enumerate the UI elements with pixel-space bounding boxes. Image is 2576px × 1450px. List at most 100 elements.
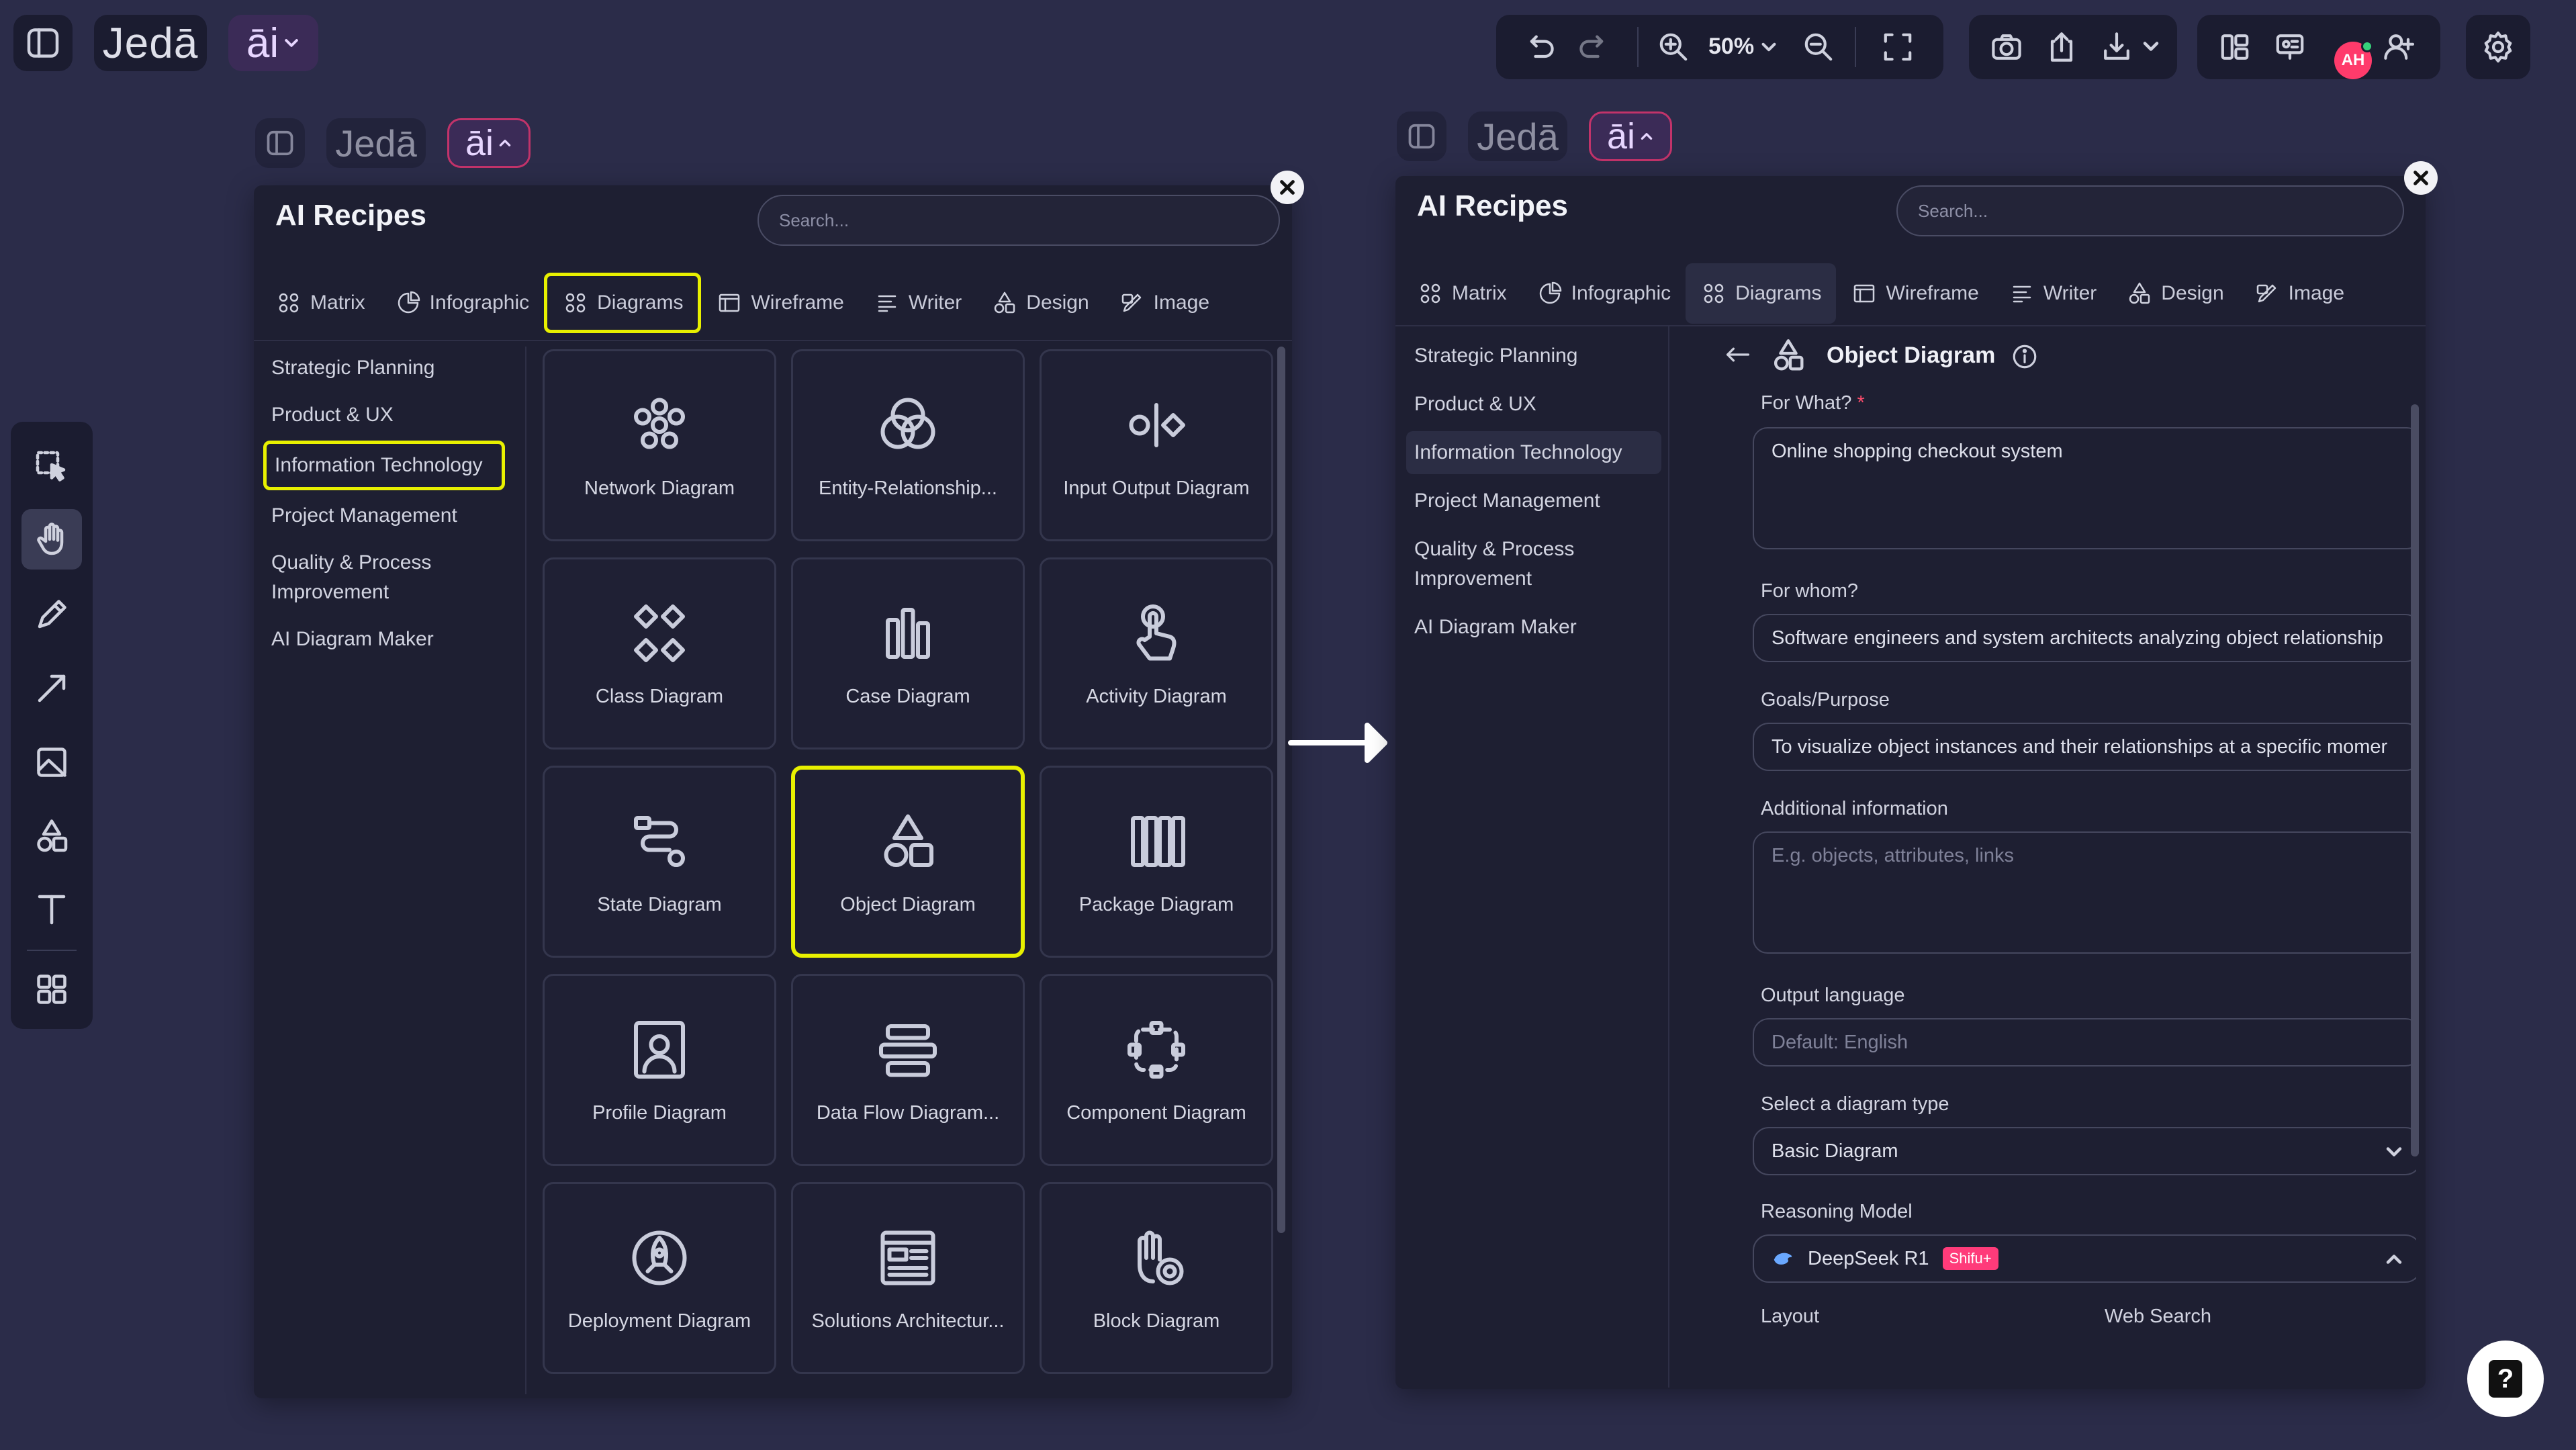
share-button[interactable]	[2043, 28, 2080, 66]
category-project-management[interactable]: Project Management	[1406, 480, 1661, 523]
close-panel-button[interactable]	[2404, 161, 2438, 195]
layout-icon	[2221, 34, 2249, 60]
card-component-diagram[interactable]: Component Diagram	[1040, 974, 1273, 1166]
hand-block-icon	[1123, 1224, 1190, 1292]
brand-logo[interactable]: Jedā	[94, 15, 207, 71]
panel-ai-button[interactable]: āi	[1589, 111, 1672, 161]
panel-sidebar-toggle[interactable]	[1397, 111, 1446, 161]
category-ai-diagram-maker[interactable]: AI Diagram Maker	[263, 618, 505, 661]
tab-image[interactable]: Image	[1104, 273, 1224, 333]
user-avatar[interactable]: AH	[2334, 40, 2373, 79]
text-tool[interactable]	[21, 878, 82, 939]
card-case-diagram[interactable]: Case Diagram	[791, 557, 1025, 750]
screenshot-button[interactable]	[1988, 28, 2025, 66]
tab-infographic[interactable]: Infographic	[380, 273, 544, 333]
tab-image[interactable]: Image	[2239, 263, 2359, 324]
zoom-in-icon	[1659, 33, 1688, 61]
undo-button[interactable]	[1520, 28, 1558, 66]
card-entity-relationship[interactable]: Entity-Relationship...	[791, 349, 1025, 541]
card-input-output[interactable]: Input Output Diagram	[1040, 349, 1273, 541]
panel-sidebar-toggle[interactable]	[255, 118, 305, 168]
search-input[interactable]: Search...	[1896, 185, 2404, 236]
for-whom-input[interactable]: Software engineers and system architects…	[1753, 614, 2416, 662]
pen-tool[interactable]	[21, 584, 82, 645]
class-icon	[626, 600, 693, 667]
category-strategic-planning[interactable]: Strategic Planning	[263, 347, 505, 390]
tab-wireframe[interactable]: Wireframe	[701, 273, 858, 333]
search-input[interactable]: Search...	[757, 195, 1280, 246]
tab-wireframe[interactable]: Wireframe	[1836, 263, 1993, 324]
category-information-technology[interactable]: Information Technology	[1406, 431, 1661, 474]
present-button[interactable]	[2271, 28, 2309, 66]
category-product-ux[interactable]: Product & UX	[1406, 383, 1661, 426]
for-what-textarea[interactable]: Online shopping checkout system	[1753, 427, 2416, 549]
tab-diagrams[interactable]: Diagrams	[544, 273, 702, 333]
tab-writer[interactable]: Writer	[859, 273, 976, 333]
category-strategic-planning[interactable]: Strategic Planning	[1406, 334, 1661, 377]
card-class-diagram[interactable]: Class Diagram	[543, 557, 776, 750]
back-arrow-button[interactable]	[1723, 340, 1753, 369]
close-panel-button[interactable]	[1271, 171, 1304, 204]
arrow-tool[interactable]	[21, 658, 82, 719]
layout-button[interactable]	[2216, 28, 2254, 66]
category-list: Strategic Planning Product & UX Informat…	[263, 347, 505, 661]
tab-design[interactable]: Design	[2111, 263, 2238, 324]
shapes-tool[interactable]	[21, 806, 82, 866]
zoom-out-button[interactable]	[1800, 28, 1837, 66]
design-icon	[991, 289, 1018, 316]
hand-tool[interactable]	[21, 509, 82, 570]
text-icon	[32, 889, 72, 929]
tab-writer[interactable]: Writer	[1994, 263, 2111, 324]
panel-title: AI Recipes	[275, 199, 426, 232]
invite-user-button[interactable]	[2380, 28, 2418, 66]
category-project-management[interactable]: Project Management	[263, 494, 505, 537]
goals-input[interactable]: To visualize object instances and their …	[1753, 723, 2416, 771]
card-deployment-diagram[interactable]: Deployment Diagram	[543, 1182, 776, 1374]
chevron-down-icon[interactable]	[2141, 36, 2161, 56]
zoom-in-button[interactable]	[1655, 28, 1692, 66]
tab-matrix[interactable]: Matrix	[261, 273, 380, 333]
card-activity-diagram[interactable]: Activity Diagram	[1040, 557, 1273, 750]
image-tool[interactable]	[21, 732, 82, 792]
redo-button[interactable]	[1575, 28, 1613, 66]
scrollbar[interactable]	[2411, 404, 2419, 1157]
additional-info-textarea[interactable]: E.g. objects, attributes, links	[1753, 831, 2416, 954]
tab-infographic[interactable]: Infographic	[1522, 263, 1686, 324]
zoom-select[interactable]: 50%	[1708, 34, 1778, 60]
info-icon[interactable]	[2011, 343, 2039, 371]
card-state-diagram[interactable]: State Diagram	[543, 766, 776, 958]
tab-diagrams[interactable]: Diagrams	[1686, 263, 1837, 324]
card-profile-diagram[interactable]: Profile Diagram	[543, 974, 776, 1166]
templates-tool[interactable]	[21, 959, 82, 1019]
card-network-diagram[interactable]: Network Diagram	[543, 349, 776, 541]
card-block-diagram[interactable]: Block Diagram	[1040, 1182, 1273, 1374]
sidebar-icon	[263, 126, 297, 160]
fit-screen-button[interactable]	[1879, 28, 1917, 66]
tab-matrix[interactable]: Matrix	[1402, 263, 1522, 324]
ai-menu-button[interactable]: āi	[228, 15, 318, 71]
image-brush-icon	[1119, 289, 1146, 316]
card-package-diagram[interactable]: Package Diagram	[1040, 766, 1273, 958]
category-list: Strategic Planning Product & UX Informat…	[1406, 334, 1661, 649]
card-data-flow-diagram[interactable]: Data Flow Diagram...	[791, 974, 1025, 1166]
panel-ai-button[interactable]: āi	[447, 118, 531, 168]
category-quality-process[interactable]: Quality & Process Improvement	[263, 541, 505, 614]
tab-design[interactable]: Design	[976, 273, 1103, 333]
help-button[interactable]: ?	[2467, 1341, 2544, 1417]
reasoning-model-select[interactable]: DeepSeek R1 Shifu+	[1753, 1234, 2416, 1283]
sidebar-toggle-button[interactable]	[13, 15, 73, 71]
select-tool[interactable]	[21, 437, 82, 497]
category-ai-diagram-maker[interactable]: AI Diagram Maker	[1406, 606, 1661, 649]
card-solutions-architecture[interactable]: Solutions Architectur...	[791, 1182, 1025, 1374]
category-information-technology[interactable]: Information Technology	[263, 441, 505, 490]
category-quality-process[interactable]: Quality & Process Improvement	[1406, 528, 1661, 600]
redo-icon	[1579, 35, 1604, 58]
output-language-input[interactable]: Default: English	[1753, 1018, 2416, 1067]
scrollbar[interactable]	[1277, 347, 1285, 1233]
design-icon	[2126, 280, 2153, 307]
category-product-ux[interactable]: Product & UX	[263, 394, 505, 437]
card-object-diagram[interactable]: Object Diagram	[791, 766, 1025, 958]
diagram-type-select[interactable]: Basic Diagram	[1753, 1127, 2416, 1175]
settings-button[interactable]	[2466, 15, 2530, 79]
download-button[interactable]	[2098, 28, 2135, 66]
